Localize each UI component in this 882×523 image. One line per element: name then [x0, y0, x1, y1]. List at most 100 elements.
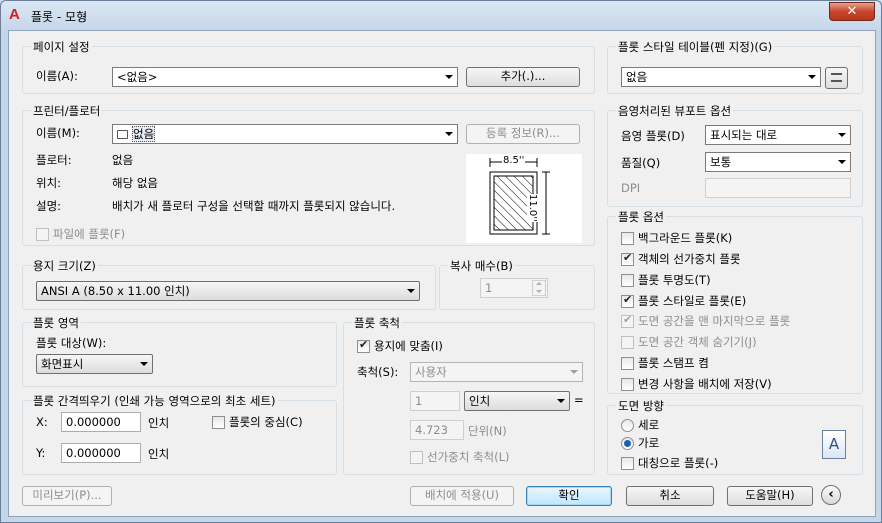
paper-size-dropdown[interactable]: ANSI A (8.50 x 11.00 인치) [36, 281, 420, 301]
printer-properties-button[interactable]: 등록 정보(R)... [466, 124, 580, 144]
shade-plot-value: 표시되는 대로 [710, 128, 778, 142]
offset-y-input[interactable]: 0.000000 [61, 443, 141, 463]
landscape-radio[interactable]: 가로 [621, 436, 659, 450]
plot-style-dropdown[interactable]: 없음 [621, 67, 821, 87]
fit-to-paper-checkbox[interactable]: 용지에 맞춤(I) [357, 338, 443, 353]
orientation-preview-icon: A [822, 430, 846, 459]
close-button[interactable]: ✕ [829, 2, 875, 21]
apply-to-layout-button[interactable]: 배치에 적용(U) [410, 486, 514, 506]
plot-offset-group: 플롯 간격띄우기 (인쇄 가능 영역으로의 최초 세트) X: 0.000000… [22, 393, 337, 475]
description-value: 배치가 새 플로터 구성을 선택할 때까지 플롯되지 않습니다. [112, 199, 396, 213]
chevron-down-icon [407, 289, 415, 293]
plot-style-value: 없음 [626, 70, 648, 84]
plot-lineweights-checkbox[interactable]: 객체의 선가중치 플롯 [621, 251, 741, 266]
plot-area-heading: 플롯 영역 [31, 315, 81, 331]
edit-plot-style-button[interactable] [825, 67, 848, 89]
title-bar: A 플롯 - 모형 ✕ [1, 1, 881, 31]
offset-y-unit: 인치 [148, 447, 170, 461]
plot-what-dropdown[interactable]: 화면표시 [36, 354, 153, 374]
preview-button[interactable]: 미리보기(P)... [22, 486, 112, 506]
portrait-radio[interactable]: 세로 [621, 418, 659, 432]
scale-lineweights-checkbox[interactable]: 선가중치 축척(L) [410, 450, 510, 464]
window-title: 플롯 - 모형 [31, 10, 88, 24]
quality-dropdown[interactable]: 보통 [705, 152, 851, 172]
upside-down-checkbox[interactable]: 대칭으로 플롯(-) [621, 456, 718, 470]
copies-spinner[interactable] [532, 280, 546, 296]
plot-paperspace-last-checkbox[interactable]: 도면 공간을 맨 마지막으로 플롯 [621, 313, 790, 328]
chevron-down-icon [445, 132, 453, 136]
paper-preview: 8.5'' 11.0'' [466, 154, 582, 243]
dpi-input[interactable] [705, 178, 851, 198]
orientation-heading: 도면 방향 [616, 398, 666, 414]
paper-size-heading: 용지 크기(Z) [31, 258, 98, 274]
collapse-options-button[interactable]: ‹ [821, 485, 841, 505]
add-page-setup-button[interactable]: 추가(.)... [466, 67, 580, 87]
spin-up-icon [536, 282, 542, 285]
description-label: 설명: [36, 199, 62, 213]
copies-group: 복사 매수(B) 1 [439, 258, 595, 310]
hide-paperspace-objects-checkbox[interactable]: 도면 공간 객체 숨기기(J) [621, 335, 757, 349]
table-edit-icon [831, 73, 842, 82]
spin-down-icon [536, 290, 542, 293]
paper-size-value: ANSI A (8.50 x 11.00 인치) [41, 284, 190, 298]
save-to-layout-checkbox[interactable]: 변경 사항을 배치에 저장(V) [621, 377, 772, 391]
offset-y-label: Y: [36, 446, 46, 460]
location-value: 해당 없음 [112, 176, 158, 190]
paper-size-group: 용지 크기(Z) ANSI A (8.50 x 11.00 인치) [22, 258, 436, 310]
plot-transparency-checkbox[interactable]: 플롯 투명도(T) [621, 273, 711, 287]
quality-label: 품질(Q) [621, 156, 661, 170]
shaded-viewport-heading: 음영처리된 뷰포트 옵션 [616, 103, 734, 119]
printer-name-label: 이름(M): [36, 126, 80, 140]
printer-group: 프린터/플로터 이름(M): 없음 등록 정보(R)... 플로터: 없음 위치… [22, 103, 595, 246]
shaded-viewport-group: 음영처리된 뷰포트 옵션 음영 플롯(D) 표시되는 대로 품질(Q) 보통 D… [607, 103, 863, 207]
chevron-down-icon [140, 362, 148, 366]
printer-heading: 프린터/플로터 [31, 103, 103, 119]
scale-unit-dropdown[interactable]: 인치 [464, 391, 570, 411]
plot-options-group: 플롯 옵션 백그라운드 플롯(K) 객체의 선가중치 플롯 플롯 투명도(T) … [607, 209, 863, 394]
plot-to-file-checkbox[interactable]: 파일에 플롯(F) [36, 227, 125, 241]
offset-x-label: X: [36, 415, 48, 429]
page-setup-group: 페이지 설정 이름(A): <없음> 추가(.)... [22, 39, 595, 94]
chevron-down-icon [838, 160, 846, 164]
chevron-left-icon: ‹ [828, 487, 834, 502]
page-setup-heading: 페이지 설정 [31, 39, 92, 55]
plotter-label: 플로터: [36, 153, 72, 167]
plot-what-label: 플롯 대상(W): [36, 336, 107, 350]
dpi-label: DPI [621, 181, 641, 195]
plot-options-heading: 플롯 옵션 [616, 209, 666, 225]
scale-value: 사용자 [415, 365, 447, 379]
chevron-down-icon [557, 399, 565, 403]
orientation-group: 도면 방향 세로 가로 대칭으로 플롯(-) A [607, 398, 863, 475]
equals-sign: = [574, 393, 584, 407]
plot-scale-group: 플롯 축척 용지에 맞춤(I) 축척(S): 사용자 1 인치 = 4.723 … [343, 315, 595, 475]
scale-value2-input[interactable]: 4.723 [410, 420, 464, 440]
page-setup-name-dropdown[interactable]: <없음> [112, 67, 458, 87]
plot-what-value: 화면표시 [41, 357, 84, 371]
background-plot-checkbox[interactable]: 백그라운드 플롯(K) [621, 231, 732, 245]
plot-with-styles-checkbox[interactable]: 플롯 스타일로 플롯(E) [621, 293, 746, 308]
center-plot-checkbox[interactable]: 플롯의 중심(C) [212, 415, 303, 429]
paper-preview-graphic [489, 158, 550, 235]
plot-offset-heading: 플롯 간격띄우기 (인쇄 가능 영역으로의 최초 세트) [31, 393, 278, 409]
shade-plot-dropdown[interactable]: 표시되는 대로 [705, 125, 851, 145]
scale-dropdown[interactable]: 사용자 [410, 362, 583, 382]
dialog-client: 페이지 설정 이름(A): <없음> 추가(.)... 플롯 스타일 테이블(펜… [8, 30, 876, 517]
shade-plot-label: 음영 플롯(D) [621, 129, 685, 143]
plot-style-group: 플롯 스타일 테이블(펜 지정)(G) 없음 [607, 39, 863, 94]
scale-unit-value: 인치 [469, 394, 491, 408]
offset-x-unit: 인치 [148, 416, 170, 430]
ok-button[interactable]: 확인 [526, 486, 612, 506]
preview-width-label: 8.5'' [502, 155, 526, 166]
printer-name-dropdown[interactable]: 없음 [112, 124, 458, 144]
help-button[interactable]: 도움말(H) [727, 486, 813, 506]
offset-x-input[interactable]: 0.000000 [61, 412, 141, 432]
plot-stamp-checkbox[interactable]: 플롯 스탬프 켬 [621, 356, 709, 370]
location-label: 위치: [36, 176, 62, 190]
cancel-button[interactable]: 취소 [626, 486, 714, 506]
page-setup-name-label: 이름(A): [36, 69, 78, 83]
units-label: 단위(N) [468, 424, 507, 438]
plot-style-heading: 플롯 스타일 테이블(펜 지정)(G) [616, 39, 775, 55]
preview-height-label: 11.0'' [527, 194, 538, 222]
printer-name-value: 없음 [132, 126, 156, 142]
scale-value1-input[interactable]: 1 [410, 391, 460, 411]
